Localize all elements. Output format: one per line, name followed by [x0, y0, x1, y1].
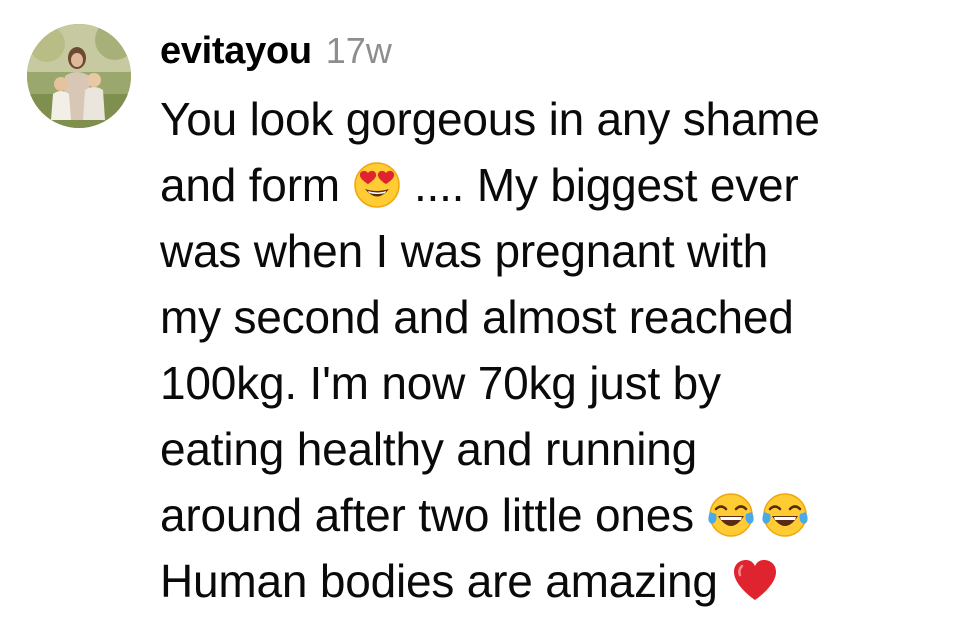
avatar-photo [27, 24, 131, 128]
comment-line-text: my second and almost reached [160, 291, 794, 343]
comment-line: and form .... My biggest ever [160, 152, 960, 218]
comment-line: my second and almost reached [160, 284, 960, 350]
avatar[interactable] [27, 24, 131, 128]
comment-line-text: was when I was pregnant with [160, 225, 769, 277]
red-heart-emoji-icon [730, 556, 780, 606]
comment-text: You look gorgeous in any shame and form … [160, 86, 960, 614]
timestamp[interactable]: 17w [326, 30, 392, 72]
tears-of-joy-emoji-icon [706, 490, 756, 540]
comment-line-text: and form [160, 159, 340, 211]
comment-line: 100kg. I'm now 70kg just by [160, 350, 960, 416]
comment-line: around after two little ones [160, 482, 960, 548]
comment-line-text: 100kg. I'm now 70kg just by [160, 357, 721, 409]
comment-line-text: eating healthy and running [160, 423, 698, 475]
comment-line-text: around after two little ones [160, 489, 694, 541]
comment-line: You look gorgeous in any shame [160, 86, 960, 152]
comment-line: Human bodies are amazing [160, 548, 960, 614]
comment-line-text: Human bodies are amazing [160, 555, 718, 607]
comment: evitayou 17w You look gorgeous in any sh… [0, 0, 980, 620]
tears-of-joy-emoji-icon [760, 490, 810, 540]
comment-line: eating healthy and running [160, 416, 960, 482]
comment-line-text: .... My biggest ever [413, 159, 799, 211]
heart-eyes-emoji-icon [352, 160, 402, 210]
username-link[interactable]: evitayou [160, 30, 312, 73]
comment-line-text: You look gorgeous in any shame [160, 93, 820, 145]
comment-header: evitayou 17w [160, 30, 392, 76]
comment-line: was when I was pregnant with [160, 218, 960, 284]
